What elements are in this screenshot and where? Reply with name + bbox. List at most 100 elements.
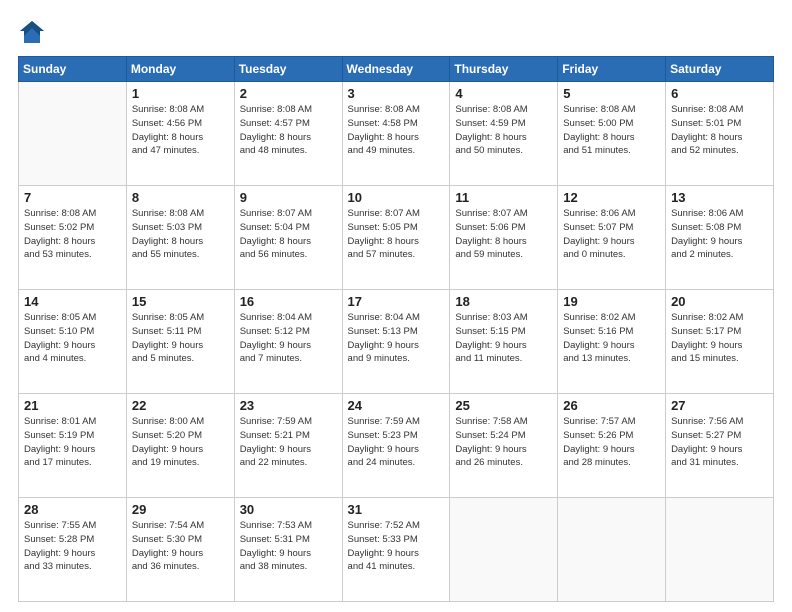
calendar-day-cell: 25 Sunrise: 7:58 AM Sunset: 5:24 PM Dayli… xyxy=(450,394,558,498)
day-number: 13 xyxy=(671,190,768,205)
day-info: Sunrise: 8:04 AM Sunset: 5:12 PM Dayligh… xyxy=(240,311,337,366)
day-info: Sunrise: 8:01 AM Sunset: 5:19 PM Dayligh… xyxy=(24,415,121,470)
day-info: Sunrise: 7:59 AM Sunset: 5:21 PM Dayligh… xyxy=(240,415,337,470)
calendar-day-cell: 30Sunrise: 7:53 AM Sunset: 5:31 PM Dayli… xyxy=(234,498,342,602)
calendar-day-cell: 24Sunrise: 7:59 AM Sunset: 5:23 PM Dayli… xyxy=(342,394,450,498)
day-number: 10 xyxy=(348,190,445,205)
day-info: Sunrise: 8:07 AM Sunset: 5:05 PM Dayligh… xyxy=(348,207,445,262)
day-info: Sunrise: 8:07 AM Sunset: 5:06 PM Dayligh… xyxy=(455,207,552,262)
day-info: Sunrise: 8:05 AM Sunset: 5:11 PM Dayligh… xyxy=(132,311,229,366)
day-info: Sunrise: 8:07 AM Sunset: 5:04 PM Dayligh… xyxy=(240,207,337,262)
weekday-header: Friday xyxy=(558,57,666,82)
day-info: Sunrise: 8:04 AM Sunset: 5:13 PM Dayligh… xyxy=(348,311,445,366)
day-number: 8 xyxy=(132,190,229,205)
calendar-day-cell: 18 Sunrise: 8:03 AM Sunset: 5:15 PM Dayli… xyxy=(450,290,558,394)
calendar-day-cell: 28 Sunrise: 7:55 AM Sunset: 5:28 PM Dayli… xyxy=(19,498,127,602)
day-number: 5 xyxy=(563,86,660,101)
day-number: 26 xyxy=(563,398,660,413)
weekday-header: Wednesday xyxy=(342,57,450,82)
weekday-header: Sunday xyxy=(19,57,127,82)
page: SundayMondayTuesdayWednesdayThursdayFrid… xyxy=(0,0,792,612)
day-info: Sunrise: 8:00 AM Sunset: 5:20 PM Dayligh… xyxy=(132,415,229,470)
day-info: Sunrise: 8:08 AM Sunset: 4:58 PM Dayligh… xyxy=(348,103,445,158)
calendar-day-cell: 21Sunrise: 8:01 AM Sunset: 5:19 PM Dayli… xyxy=(19,394,127,498)
calendar-day-cell: 5 Sunrise: 8:08 AM Sunset: 5:00 PM Daylig… xyxy=(558,82,666,186)
day-number: 3 xyxy=(348,86,445,101)
day-number: 31 xyxy=(348,502,445,517)
day-info: Sunrise: 8:03 AM Sunset: 5:15 PM Dayligh… xyxy=(455,311,552,366)
day-number: 20 xyxy=(671,294,768,309)
day-number: 30 xyxy=(240,502,337,517)
day-number: 7 xyxy=(24,190,121,205)
calendar-week-row: 7 Sunrise: 8:08 AM Sunset: 5:02 PM Daylig… xyxy=(19,186,774,290)
calendar-day-cell: 31Sunrise: 7:52 AM Sunset: 5:33 PM Dayli… xyxy=(342,498,450,602)
calendar-week-row: 14Sunrise: 8:05 AM Sunset: 5:10 PM Dayli… xyxy=(19,290,774,394)
calendar-day-cell: 29 Sunrise: 7:54 AM Sunset: 5:30 PM Dayli… xyxy=(126,498,234,602)
calendar-day-cell: 19 Sunrise: 8:02 AM Sunset: 5:16 PM Dayli… xyxy=(558,290,666,394)
calendar-week-row: 21Sunrise: 8:01 AM Sunset: 5:19 PM Dayli… xyxy=(19,394,774,498)
calendar-day-cell: 1 Sunrise: 8:08 AM Sunset: 4:56 PM Daylig… xyxy=(126,82,234,186)
calendar-week-row: 1 Sunrise: 8:08 AM Sunset: 4:56 PM Daylig… xyxy=(19,82,774,186)
day-info: Sunrise: 8:02 AM Sunset: 5:16 PM Dayligh… xyxy=(563,311,660,366)
calendar-day-cell: 23 Sunrise: 7:59 AM Sunset: 5:21 PM Dayli… xyxy=(234,394,342,498)
day-info: Sunrise: 7:55 AM Sunset: 5:28 PM Dayligh… xyxy=(24,519,121,574)
weekday-header: Monday xyxy=(126,57,234,82)
calendar-day-cell: 9 Sunrise: 8:07 AM Sunset: 5:04 PM Daylig… xyxy=(234,186,342,290)
day-info: Sunrise: 8:02 AM Sunset: 5:17 PM Dayligh… xyxy=(671,311,768,366)
day-number: 19 xyxy=(563,294,660,309)
header xyxy=(18,18,774,46)
day-info: Sunrise: 8:08 AM Sunset: 4:59 PM Dayligh… xyxy=(455,103,552,158)
day-number: 1 xyxy=(132,86,229,101)
day-info: Sunrise: 8:08 AM Sunset: 4:56 PM Dayligh… xyxy=(132,103,229,158)
day-number: 22 xyxy=(132,398,229,413)
calendar-day-cell: 10 Sunrise: 8:07 AM Sunset: 5:05 PM Dayli… xyxy=(342,186,450,290)
weekday-header: Thursday xyxy=(450,57,558,82)
calendar-day-cell xyxy=(558,498,666,602)
calendar-day-cell: 8 Sunrise: 8:08 AM Sunset: 5:03 PM Daylig… xyxy=(126,186,234,290)
calendar-day-cell: 7 Sunrise: 8:08 AM Sunset: 5:02 PM Daylig… xyxy=(19,186,127,290)
logo-icon xyxy=(18,18,46,46)
calendar-header-row: SundayMondayTuesdayWednesdayThursdayFrid… xyxy=(19,57,774,82)
calendar-day-cell: 3 Sunrise: 8:08 AM Sunset: 4:58 PM Daylig… xyxy=(342,82,450,186)
calendar-day-cell: 16 Sunrise: 8:04 AM Sunset: 5:12 PM Dayli… xyxy=(234,290,342,394)
calendar-day-cell: 26 Sunrise: 7:57 AM Sunset: 5:26 PM Dayli… xyxy=(558,394,666,498)
day-number: 27 xyxy=(671,398,768,413)
calendar-day-cell: 11 Sunrise: 8:07 AM Sunset: 5:06 PM Dayli… xyxy=(450,186,558,290)
day-number: 4 xyxy=(455,86,552,101)
day-number: 18 xyxy=(455,294,552,309)
day-info: Sunrise: 8:08 AM Sunset: 5:02 PM Dayligh… xyxy=(24,207,121,262)
day-number: 28 xyxy=(24,502,121,517)
day-number: 15 xyxy=(132,294,229,309)
day-number: 11 xyxy=(455,190,552,205)
day-info: Sunrise: 7:58 AM Sunset: 5:24 PM Dayligh… xyxy=(455,415,552,470)
calendar-day-cell: 20 Sunrise: 8:02 AM Sunset: 5:17 PM Dayli… xyxy=(666,290,774,394)
day-number: 17 xyxy=(348,294,445,309)
day-info: Sunrise: 8:06 AM Sunset: 5:08 PM Dayligh… xyxy=(671,207,768,262)
day-info: Sunrise: 8:08 AM Sunset: 5:00 PM Dayligh… xyxy=(563,103,660,158)
day-number: 29 xyxy=(132,502,229,517)
day-info: Sunrise: 7:54 AM Sunset: 5:30 PM Dayligh… xyxy=(132,519,229,574)
day-info: Sunrise: 8:06 AM Sunset: 5:07 PM Dayligh… xyxy=(563,207,660,262)
calendar-day-cell: 6 Sunrise: 8:08 AM Sunset: 5:01 PM Daylig… xyxy=(666,82,774,186)
calendar-day-cell: 14Sunrise: 8:05 AM Sunset: 5:10 PM Dayli… xyxy=(19,290,127,394)
day-number: 24 xyxy=(348,398,445,413)
calendar-day-cell: 2 Sunrise: 8:08 AM Sunset: 4:57 PM Daylig… xyxy=(234,82,342,186)
day-number: 6 xyxy=(671,86,768,101)
day-number: 25 xyxy=(455,398,552,413)
day-info: Sunrise: 8:08 AM Sunset: 5:03 PM Dayligh… xyxy=(132,207,229,262)
calendar-day-cell: 4 Sunrise: 8:08 AM Sunset: 4:59 PM Daylig… xyxy=(450,82,558,186)
day-number: 16 xyxy=(240,294,337,309)
calendar-table: SundayMondayTuesdayWednesdayThursdayFrid… xyxy=(18,56,774,602)
weekday-header: Saturday xyxy=(666,57,774,82)
day-info: Sunrise: 7:56 AM Sunset: 5:27 PM Dayligh… xyxy=(671,415,768,470)
day-number: 23 xyxy=(240,398,337,413)
day-number: 2 xyxy=(240,86,337,101)
calendar-day-cell xyxy=(666,498,774,602)
calendar-day-cell: 13 Sunrise: 8:06 AM Sunset: 5:08 PM Dayli… xyxy=(666,186,774,290)
calendar-day-cell: 15 Sunrise: 8:05 AM Sunset: 5:11 PM Dayli… xyxy=(126,290,234,394)
day-info: Sunrise: 7:57 AM Sunset: 5:26 PM Dayligh… xyxy=(563,415,660,470)
day-number: 9 xyxy=(240,190,337,205)
day-info: Sunrise: 8:08 AM Sunset: 5:01 PM Dayligh… xyxy=(671,103,768,158)
day-info: Sunrise: 8:08 AM Sunset: 4:57 PM Dayligh… xyxy=(240,103,337,158)
calendar-day-cell: 12Sunrise: 8:06 AM Sunset: 5:07 PM Dayli… xyxy=(558,186,666,290)
